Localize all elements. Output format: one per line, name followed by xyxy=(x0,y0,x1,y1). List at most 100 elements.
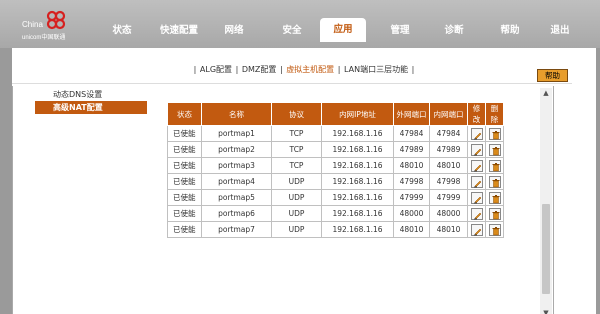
cell-state: 已使能 xyxy=(167,189,202,206)
sidebar-item-advanced-nat[interactable]: 高级NAT配置 xyxy=(35,101,147,114)
cell-edit xyxy=(467,205,486,222)
vertical-scrollbar[interactable]: ▲ ▼ xyxy=(540,88,552,314)
subnav-lan-l3[interactable]: LAN端口三层功能 xyxy=(344,65,408,74)
table-row: 已使能 portmap6 UDP 192.168.1.16 48000 48000 xyxy=(167,205,504,222)
trash-icon[interactable] xyxy=(488,223,501,236)
edit-icon[interactable] xyxy=(470,159,483,172)
cell-edit xyxy=(467,141,486,158)
table-row: 已使能 portmap2 TCP 192.168.1.16 47989 47989 xyxy=(167,141,504,158)
nav-logout[interactable]: 退出 xyxy=(538,20,582,42)
cell-state: 已使能 xyxy=(167,205,202,222)
nav-help[interactable]: 帮助 xyxy=(488,20,532,42)
cell-protocol: UDP xyxy=(271,173,322,190)
cell-protocol: UDP xyxy=(271,221,322,238)
cell-internal-ip: 192.168.1.16 xyxy=(321,221,394,238)
cell-external-port: 48010 xyxy=(393,157,430,174)
trash-icon[interactable] xyxy=(488,127,501,140)
nav-quick-setup[interactable]: 快速配置 xyxy=(150,20,208,42)
cell-internal-ip: 192.168.1.16 xyxy=(321,173,394,190)
cell-internal-ip: 192.168.1.16 xyxy=(321,141,394,158)
cell-name: portmap3 xyxy=(201,157,272,174)
trash-icon[interactable] xyxy=(488,191,501,204)
trash-icon[interactable] xyxy=(488,143,501,156)
subnav-dmz[interactable]: DMZ配置 xyxy=(242,65,277,74)
cell-delete xyxy=(485,221,504,238)
cell-edit xyxy=(467,221,486,238)
edit-icon[interactable] xyxy=(470,207,483,220)
cell-name: portmap5 xyxy=(201,189,272,206)
header-internal-port: 内网端口 xyxy=(429,102,468,126)
sub-navigation: | ALG配置 | DMZ配置 | 虚拟主机配置 | LAN端口三层功能 | xyxy=(193,65,415,74)
cell-name: portmap7 xyxy=(201,221,272,238)
cell-state: 已使能 xyxy=(167,173,202,190)
nav-status[interactable]: 状态 xyxy=(100,20,144,42)
cell-internal-port: 47984 xyxy=(429,125,468,142)
cell-edit xyxy=(467,173,486,190)
sidebar-item-ddns[interactable]: 动态DNS设置 xyxy=(35,88,147,101)
cell-delete xyxy=(485,205,504,222)
cell-protocol: UDP xyxy=(271,205,322,222)
cell-protocol: TCP xyxy=(271,125,322,142)
nav-application[interactable]: 应用 xyxy=(320,18,366,42)
table-row: 已使能 portmap4 UDP 192.168.1.16 47998 47998 xyxy=(167,173,504,190)
cell-delete xyxy=(485,189,504,206)
cell-protocol: TCP xyxy=(271,157,322,174)
trash-icon[interactable] xyxy=(488,207,501,220)
content-panel: | ALG配置 | DMZ配置 | 虚拟主机配置 | LAN端口三层功能 | 帮… xyxy=(12,48,596,314)
cell-internal-ip: 192.168.1.16 xyxy=(321,189,394,206)
cell-delete xyxy=(485,157,504,174)
cell-name: portmap2 xyxy=(201,141,272,158)
cell-state: 已使能 xyxy=(167,221,202,238)
port-mapping-table-container: 状态 名称 协议 内网IP地址 外网端口 内网端口 修改 删除 已使能 portm… xyxy=(167,102,504,238)
cell-external-port: 48000 xyxy=(393,205,430,222)
cell-internal-port: 48010 xyxy=(429,157,468,174)
subnav-alg[interactable]: ALG配置 xyxy=(200,65,232,74)
cell-internal-port: 47989 xyxy=(429,141,468,158)
cell-name: portmap4 xyxy=(201,173,272,190)
edit-icon[interactable] xyxy=(470,223,483,236)
nav-diagnostics[interactable]: 诊断 xyxy=(432,20,476,42)
cell-state: 已使能 xyxy=(167,141,202,158)
cell-state: 已使能 xyxy=(167,125,202,142)
cell-edit xyxy=(467,157,486,174)
trash-icon[interactable] xyxy=(488,159,501,172)
edit-icon[interactable] xyxy=(470,175,483,188)
nav-network[interactable]: 网络 xyxy=(212,20,256,42)
cell-delete xyxy=(485,125,504,142)
nav-security[interactable]: 安全 xyxy=(270,20,314,42)
header-edit: 修改 xyxy=(467,102,486,126)
header-delete: 删除 xyxy=(485,102,504,126)
cell-external-port: 47999 xyxy=(393,189,430,206)
scroll-down-arrow-icon[interactable]: ▼ xyxy=(540,308,552,314)
edit-icon[interactable] xyxy=(470,143,483,156)
cell-external-port: 47984 xyxy=(393,125,430,142)
table-row: 已使能 portmap7 UDP 192.168.1.16 48010 48010 xyxy=(167,221,504,238)
cell-internal-port: 47998 xyxy=(429,173,468,190)
help-button[interactable]: 帮助 xyxy=(537,69,568,82)
edit-icon[interactable] xyxy=(470,127,483,140)
trash-icon[interactable] xyxy=(488,175,501,188)
divider xyxy=(12,83,572,84)
brand-subname: unicom中国联通 xyxy=(22,35,66,41)
cell-external-port: 47998 xyxy=(393,173,430,190)
cell-external-port: 47989 xyxy=(393,141,430,158)
header-external-port: 外网端口 xyxy=(393,102,430,126)
cell-internal-port: 47999 xyxy=(429,189,468,206)
subnav-virtual-host[interactable]: 虚拟主机配置 xyxy=(286,65,334,74)
cell-name: portmap1 xyxy=(201,125,272,142)
table-row: 已使能 portmap3 TCP 192.168.1.16 48010 48010 xyxy=(167,157,504,174)
side-menu: 动态DNS设置 高级NAT配置 xyxy=(35,88,147,114)
cell-state: 已使能 xyxy=(167,157,202,174)
scroll-up-arrow-icon[interactable]: ▲ xyxy=(540,88,552,98)
unicom-knot-icon xyxy=(46,10,66,30)
cell-internal-port: 48000 xyxy=(429,205,468,222)
port-mapping-table: 状态 名称 协议 内网IP地址 外网端口 内网端口 修改 删除 已使能 portm… xyxy=(167,102,504,238)
cell-protocol: UDP xyxy=(271,189,322,206)
scroll-thumb[interactable] xyxy=(542,204,550,294)
cell-internal-ip: 192.168.1.16 xyxy=(321,125,394,142)
brand-logo: China unicom中国联通 xyxy=(22,6,102,42)
nav-management[interactable]: 管理 xyxy=(378,20,422,42)
cell-internal-ip: 192.168.1.16 xyxy=(321,205,394,222)
edit-icon[interactable] xyxy=(470,191,483,204)
cell-external-port: 48010 xyxy=(393,221,430,238)
